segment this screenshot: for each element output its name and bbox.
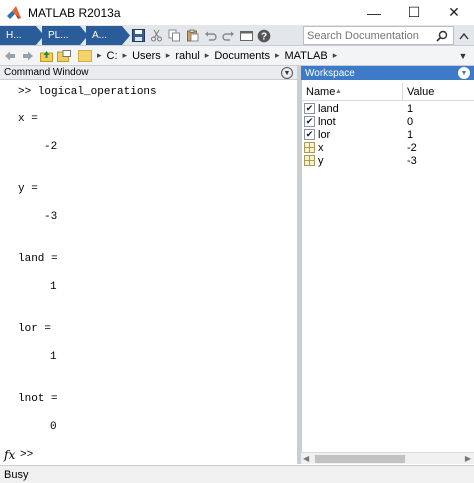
chevron-right-icon: ▸ [165, 50, 171, 60]
chevron-right-icon: ▸ [274, 50, 280, 60]
command-line: >> logical_operations [18, 86, 157, 98]
numeric-variable-icon [304, 142, 315, 153]
current-folder-bar: ▸ C: ▸ Users ▸ rahul ▸ Documents ▸ MATLA… [0, 46, 474, 66]
quick-access-toolbar: ? [130, 27, 274, 44]
variable-value: 0 [407, 115, 414, 128]
variable-value: -3 [407, 154, 417, 167]
maximize-button[interactable]: ☐ [394, 0, 434, 25]
folder-icon [78, 49, 92, 62]
variable-name: y [318, 154, 324, 167]
switch-windows-icon[interactable] [238, 28, 254, 44]
browse-folder-icon[interactable] [56, 48, 72, 64]
output-variable-label: land = [18, 253, 58, 265]
toolstrip: H... PL... A... ? [0, 25, 474, 46]
output-variable-label: y = [18, 183, 38, 195]
variable-name: lor [318, 128, 331, 141]
scroll-right-icon[interactable]: ▶ [465, 454, 471, 463]
back-arrow-icon[interactable] [2, 48, 18, 64]
command-prompt-row[interactable]: fx >> [0, 446, 297, 464]
workspace-row-x[interactable]: x -2 [302, 141, 474, 154]
workspace-row-lor[interactable]: ✔ lor 1 [302, 128, 474, 141]
command-window-title: Command Window [4, 67, 89, 78]
tab-plots[interactable]: PL... [42, 26, 88, 45]
cut-icon[interactable] [148, 28, 164, 44]
status-bar: Busy [0, 465, 474, 483]
tab-apps[interactable]: A... [86, 26, 130, 45]
command-window[interactable]: >> logical_operations x = -2 y = -3 land… [0, 80, 297, 464]
collapse-toolstrip-icon[interactable] [457, 28, 471, 43]
undo-icon[interactable] [202, 28, 218, 44]
tab-home[interactable]: H... [0, 26, 44, 45]
search-icon[interactable] [434, 28, 450, 44]
variable-name: x [318, 141, 324, 154]
save-icon[interactable] [130, 28, 146, 44]
logical-variable-icon: ✔ [304, 116, 315, 127]
matlab-logo-icon [6, 5, 22, 21]
workspace-header: Workspace ▼ [301, 66, 474, 80]
breadcrumb-users[interactable]: Users [132, 50, 161, 62]
window-title: MATLAB R2013a [28, 5, 121, 20]
window-controls: — ☐ ✕ [354, 0, 474, 25]
column-header-name[interactable]: Name [306, 86, 335, 98]
command-window-header: Command Window ▼ [0, 66, 297, 80]
variable-value: 1 [407, 128, 414, 141]
numeric-variable-icon [304, 155, 315, 166]
search-documentation-box[interactable] [303, 26, 454, 45]
output-variable-label: lor = [18, 323, 52, 335]
variable-name: lnot [318, 115, 336, 128]
breadcrumb-documents[interactable]: Documents [214, 50, 270, 62]
status-text: Busy [4, 468, 29, 481]
sort-ascending-icon: ▲ [335, 88, 342, 95]
column-divider[interactable] [402, 83, 403, 101]
output-value: 0 [50, 421, 57, 433]
chevron-right-icon: ▸ [204, 50, 210, 60]
workspace-column-header: Name ▲ Value [302, 83, 474, 101]
up-folder-icon[interactable] [38, 48, 54, 64]
chevron-right-icon: ▸ [97, 50, 102, 60]
logical-variable-icon: ✔ [304, 103, 315, 114]
path-dropdown-icon[interactable]: ▼ [456, 48, 470, 64]
output-value: -3 [44, 211, 58, 223]
workspace-table: Name ▲ Value ✔ land 1 ✔ lnot 0 ✔ lor 1 x… [301, 80, 474, 464]
workspace-horizontal-scrollbar[interactable]: ◀ ▶ [301, 452, 474, 464]
column-header-value[interactable]: Value [407, 86, 434, 98]
output-value: 1 [50, 351, 57, 363]
breadcrumb-matlab[interactable]: MATLAB [285, 50, 328, 62]
command-window-menu-icon[interactable]: ▼ [281, 67, 293, 79]
chevron-right-icon: ▸ [332, 50, 338, 60]
output-variable-label: lnot = [18, 393, 58, 405]
output-variable-label: x = [18, 113, 38, 125]
paste-icon[interactable] [184, 28, 200, 44]
variable-name: land [318, 102, 339, 115]
forward-arrow-icon[interactable] [20, 48, 36, 64]
close-button[interactable]: ✕ [434, 0, 474, 25]
redo-icon[interactable] [220, 28, 236, 44]
svg-text:?: ? [261, 31, 267, 42]
workspace-menu-icon[interactable]: ▼ [458, 67, 470, 79]
output-value: 1 [50, 281, 57, 293]
workspace-row-lnot[interactable]: ✔ lnot 0 [302, 115, 474, 128]
breadcrumb-c-drive[interactable]: C: [107, 50, 118, 62]
variable-value: 1 [407, 102, 414, 115]
scrollbar-thumb[interactable] [315, 455, 405, 463]
workspace-row-y[interactable]: y -3 [302, 154, 474, 167]
scroll-left-icon[interactable]: ◀ [303, 454, 309, 463]
minimize-button[interactable]: — [354, 0, 394, 25]
function-browser-icon[interactable]: fx [4, 448, 16, 462]
workspace-title: Workspace [305, 67, 355, 79]
title-bar: MATLAB R2013a — ☐ ✕ [0, 0, 474, 25]
help-icon[interactable]: ? [256, 28, 272, 44]
copy-icon[interactable] [166, 28, 182, 44]
chevron-right-icon: ▸ [122, 50, 128, 60]
breadcrumb-rahul[interactable]: rahul [175, 50, 199, 62]
command-prompt[interactable]: >> [20, 449, 33, 461]
output-value: -2 [44, 141, 58, 153]
workspace-row-land[interactable]: ✔ land 1 [302, 102, 474, 115]
search-documentation-input[interactable] [304, 29, 434, 42]
variable-value: -2 [407, 141, 417, 154]
logical-variable-icon: ✔ [304, 129, 315, 140]
